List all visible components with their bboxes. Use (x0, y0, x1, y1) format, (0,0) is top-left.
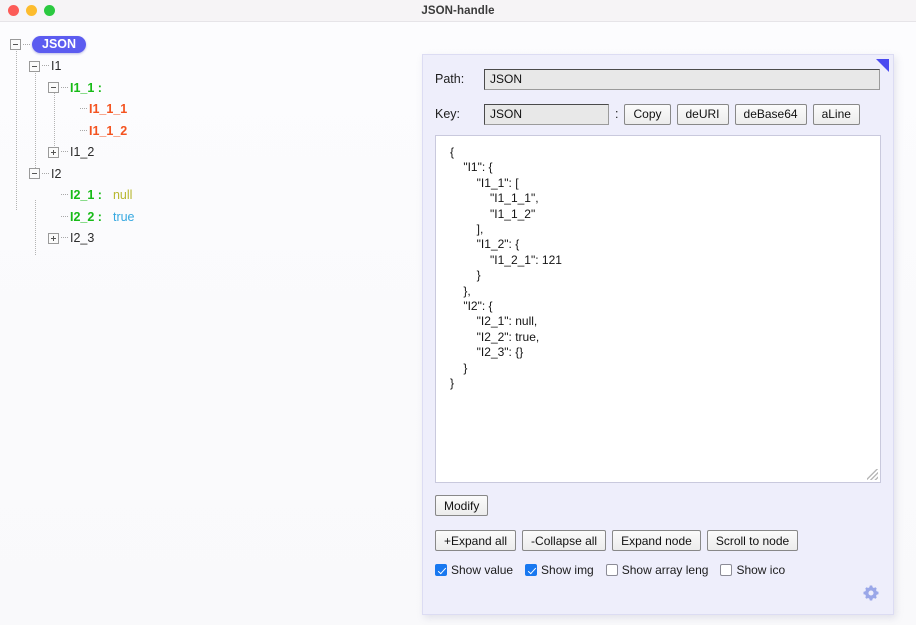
resize-grip-handle[interactable] (867, 469, 878, 480)
tree-node-i1-1-1[interactable]: I1_1_1 (10, 99, 418, 121)
main-content: JSON I1 I1_1 : I1_1_1 I1_1_2 I1_2 I2 I2_… (0, 22, 916, 625)
tree-connector (61, 151, 68, 153)
settings-gear-icon[interactable] (862, 584, 880, 602)
tree-connector (61, 237, 68, 239)
deuri-button[interactable]: deURI (676, 103, 729, 125)
key-row: Key: : Copy deURI deBase64 aLine (423, 101, 893, 127)
collapse-corner-triangle-icon[interactable] (876, 59, 889, 72)
display-options-row: Show value Show img Show array leng Show… (423, 551, 893, 577)
json-editor-text[interactable]: { "I1": { "I1_1": [ "I1_1_1", "I1_1_2" ]… (436, 136, 880, 392)
json-tree-panel[interactable]: JSON I1 I1_1 : I1_1_1 I1_1_2 I1_2 I2 I2_… (0, 22, 418, 625)
tree-node-i2-1[interactable]: I2_1 : null (10, 185, 418, 207)
minimize-button[interactable] (26, 5, 37, 16)
collapse-toggle-icon[interactable] (48, 82, 59, 94)
aline-button[interactable]: aLine (812, 103, 860, 125)
tree-connector (80, 129, 87, 132)
tree-connector (61, 215, 68, 218)
show-ico-label: Show ico (736, 563, 786, 577)
tree-node-label: I1_1 : (70, 80, 102, 95)
tree-connector (80, 108, 87, 110)
key-separator: : (615, 107, 619, 121)
tree-node-i1-2[interactable]: I1_2 (10, 142, 418, 164)
path-row: Path: (423, 66, 893, 92)
expand-toggle-icon[interactable] (48, 146, 59, 158)
path-label: Path: (435, 72, 465, 86)
json-editor[interactable]: { "I1": { "I1_1": [ "I1_1_1", "I1_1_2" ]… (435, 135, 881, 483)
app-window: JSON-handle JSON I1 I1_1: I1_1_1 I1_1_2… (0, 0, 916, 625)
collapse-toggle-icon[interactable] (29, 168, 40, 180)
tree-node-json-root[interactable]: JSON (10, 34, 418, 56)
expand-all-button[interactable]: +Expand all (435, 530, 517, 551)
path-input[interactable] (484, 68, 880, 90)
tree-node-label: I1_1_2 (89, 123, 128, 138)
tree-node-label: I2 (51, 166, 62, 181)
show-array-length-checkbox[interactable]: Show array leng (605, 563, 709, 577)
tree-node-label: I2_2 : (70, 209, 102, 224)
json-tools-panel: Path: Key: : Copy deURI deBase64 aLine {… (422, 54, 894, 615)
expand-toggle-icon[interactable] (48, 232, 59, 244)
tree-connector (42, 65, 49, 67)
tree-connector (61, 86, 68, 89)
tree-connector (61, 194, 68, 196)
tree-connector (23, 43, 30, 46)
checkbox-box-icon[interactable] (525, 564, 538, 576)
tree-node-i2[interactable]: I2 (10, 163, 418, 185)
window-title: JSON-handle (421, 4, 495, 17)
scroll-to-node-button[interactable]: Scroll to node (706, 530, 799, 551)
collapse-toggle-icon[interactable] (29, 60, 40, 72)
maximize-button[interactable] (44, 5, 55, 16)
tree-node-label: I2_1 : (70, 188, 102, 203)
tree-node-label: I1_1_1 (89, 102, 128, 117)
debase64-button[interactable]: deBase64 (734, 103, 807, 125)
tree-connector (42, 172, 49, 175)
tree-node-i1-1[interactable]: I1_1 : (10, 77, 418, 99)
node-actions-row: +Expand all -Collapse all Expand node Sc… (423, 516, 893, 551)
key-input[interactable] (484, 103, 609, 125)
modify-row: Modify (423, 483, 893, 516)
tree-node-i1-1-2[interactable]: I1_1_2 (10, 120, 418, 142)
expand-node-button[interactable]: Expand node (612, 530, 701, 551)
close-button[interactable] (8, 5, 19, 16)
checkbox-box-icon[interactable] (605, 564, 618, 576)
copy-button[interactable]: Copy (624, 103, 671, 125)
show-ico-checkbox[interactable]: Show ico (720, 563, 785, 577)
checkbox-box-icon[interactable] (720, 564, 733, 576)
tree-node-i2-2[interactable]: I2_2 : true (10, 206, 418, 228)
modify-button[interactable]: Modify (435, 495, 489, 516)
window-titlebar: JSON-handle (0, 0, 916, 22)
show-array-length-label: Show array leng (621, 563, 709, 577)
collapse-toggle-icon[interactable] (10, 39, 21, 51)
show-img-label: Show img (541, 563, 594, 577)
checkbox-box-icon[interactable] (435, 564, 447, 576)
show-value-label: Show value (451, 563, 514, 577)
tree-node-i1[interactable]: I1 (10, 56, 418, 78)
tree-node-i2-3[interactable]: I2_3 (10, 228, 418, 250)
tree-node-label: I1_2 (70, 145, 95, 160)
tree-node-label: I2_3 (70, 231, 95, 246)
show-img-checkbox[interactable]: Show img (525, 563, 594, 577)
tree-node-label: JSON (32, 36, 87, 54)
tree-node-value: null (112, 188, 133, 203)
show-value-checkbox[interactable]: Show value (435, 563, 513, 577)
tree-node-value: true (112, 209, 135, 224)
key-label: Key: (435, 107, 461, 121)
collapse-all-button[interactable]: -Collapse all (522, 530, 607, 551)
tree-node-label: I1 (51, 59, 62, 74)
traffic-lights (0, 5, 55, 16)
